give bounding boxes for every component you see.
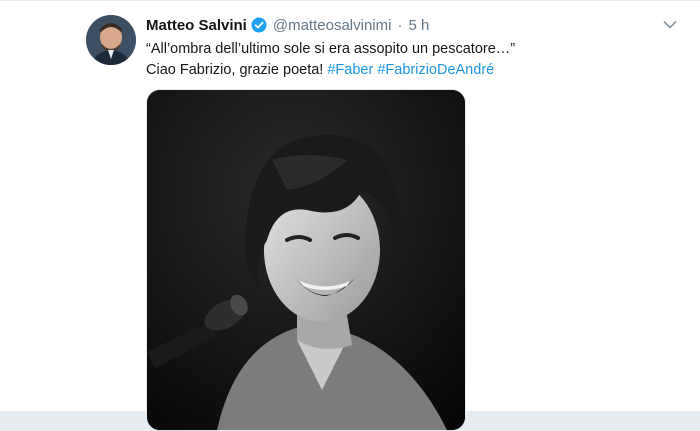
separator-dot: · — [397, 16, 403, 34]
author-name[interactable]: Matteo Salvini — [146, 17, 247, 34]
tweet-message: Ciao Fabrizio, grazie poeta! — [146, 62, 324, 78]
tweet-text: “All’ombra dell’ultimo sole si era assop… — [146, 39, 666, 81]
timestamp[interactable]: 5 h — [408, 17, 429, 34]
timeline: Matteo Salvini @matteosalvinimi · 5 h “A… — [0, 0, 700, 431]
verified-badge-icon — [251, 17, 267, 33]
tweet-quote-line: “All’ombra dell’ultimo sole si era assop… — [146, 41, 516, 57]
tweet-second-line: Ciao Fabrizio, grazie poeta! #Faber #Fab… — [146, 60, 666, 81]
tweet-card[interactable]: Matteo Salvini @matteosalvinimi · 5 h “A… — [0, 0, 700, 431]
avatar[interactable] — [86, 15, 136, 65]
tweet-photo[interactable] — [146, 89, 466, 431]
avatar-photo — [86, 15, 136, 65]
hashtag-faber[interactable]: #Faber — [327, 62, 373, 78]
author-handle[interactable]: @matteosalvinimi — [273, 17, 392, 34]
photo-image — [147, 90, 465, 430]
chevron-down-icon[interactable] — [662, 17, 678, 33]
tweet-header: Matteo Salvini @matteosalvinimi · 5 h — [146, 15, 429, 35]
hashtag-fabriziodeandre[interactable]: #FabrizioDeAndré — [377, 62, 494, 78]
